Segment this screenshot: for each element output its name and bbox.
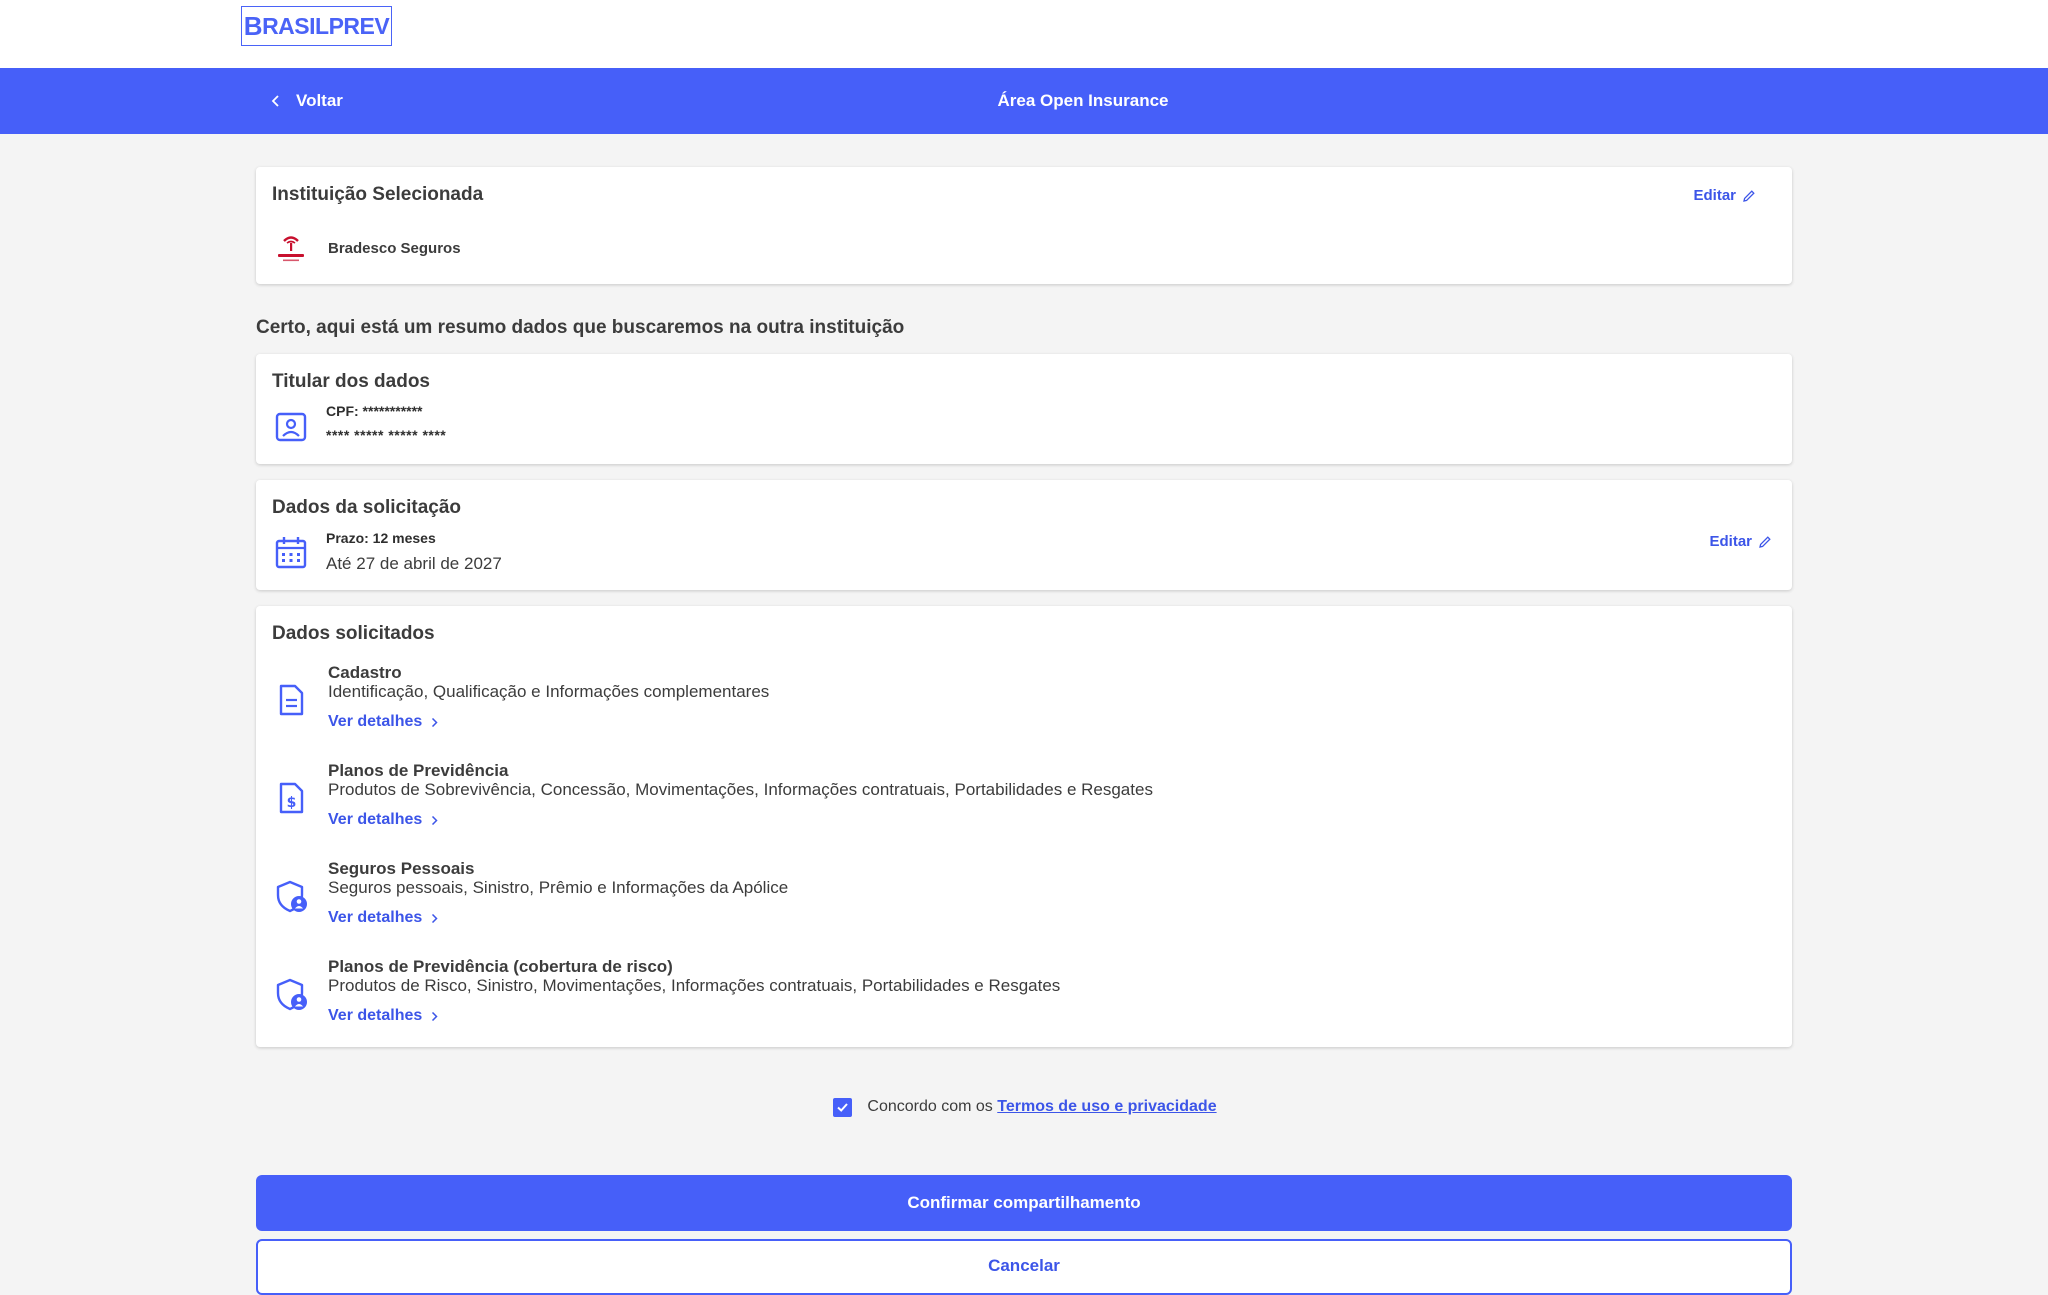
view-details-link[interactable]: Ver detalhes (328, 713, 439, 731)
view-details-link[interactable]: Ver detalhes (328, 909, 439, 927)
bradesco-logo-icon (278, 236, 304, 262)
terms-link[interactable]: Termos de uso e privacidade (997, 1098, 1216, 1115)
shield-user-icon (276, 978, 307, 1011)
item-title: Seguros Pessoais (328, 859, 475, 878)
shield-user-icon (276, 880, 307, 913)
cpf-value: CPF: *********** (326, 403, 423, 419)
pencil-icon (1743, 189, 1755, 202)
request-until-date: Até 27 de abril de 2027 (326, 554, 502, 573)
edit-label: Editar (1693, 187, 1736, 204)
chevron-right-icon (432, 913, 438, 923)
institution-card-title: Instituição Selecionada (272, 184, 484, 205)
list-item-seguros-pessoais: Seguros Pessoais Seguros pessoais, Sinis… (256, 859, 1792, 957)
dollar-document-icon: $ (279, 782, 304, 814)
request-term: Prazo: 12 meses (326, 530, 436, 546)
nav-bar: Voltar Área Open Insurance (0, 68, 2048, 134)
item-description: Seguros pessoais, Sinistro, Prêmio e Inf… (328, 878, 789, 897)
list-item-planos-previdencia: $ Planos de Previdência Produtos de Sobr… (256, 761, 1792, 859)
svg-text:$: $ (287, 795, 297, 811)
list-item-cadastro: Cadastro Identificação, Qualificação e I… (256, 663, 1792, 761)
item-description: Produtos de Sobrevivência, Concessão, Mo… (328, 780, 1153, 799)
item-title: Planos de Previdência (328, 761, 509, 780)
holder-name-masked: **** ***** ***** **** (326, 427, 447, 443)
page-title: Área Open Insurance (997, 91, 1169, 110)
view-details-label: Ver detalhes (328, 713, 423, 730)
requested-card-title: Dados solicitados (272, 623, 435, 644)
request-card: Dados da solicitação Prazo: 12 meses Até… (256, 480, 1792, 590)
view-details-label: Ver detalhes (328, 909, 423, 926)
terms-agreement: Concordo com os Termos de uso e privacid… (0, 1094, 2048, 1120)
terms-checkbox[interactable] (833, 1097, 853, 1117)
chevron-right-icon (432, 1011, 438, 1021)
view-details-link[interactable]: Ver detalhes (328, 811, 439, 829)
view-details-label: Ver detalhes (328, 811, 423, 828)
holder-card-title: Titular dos dados (272, 371, 431, 392)
institution-name: Bradesco Seguros (328, 240, 461, 257)
logo-initial: B (243, 10, 263, 41)
edit-label: Editar (1709, 533, 1752, 550)
view-details-label: Ver detalhes (328, 1007, 423, 1024)
request-card-title: Dados da solicitação (272, 497, 462, 518)
top-header: B RASILPREV (0, 0, 2048, 68)
confirm-sharing-button[interactable]: Confirmar compartilhamento (256, 1175, 1792, 1231)
agreement-text: Concordo com os (867, 1098, 993, 1115)
list-item-planos-cobertura-risco: Planos de Previdência (cobertura de risc… (256, 957, 1792, 1055)
calendar-icon (275, 537, 307, 569)
edit-institution-button[interactable]: Editar (1693, 187, 1756, 204)
pencil-icon (1759, 535, 1771, 548)
logo-text: RASILPREV (262, 12, 390, 39)
item-description: Identificação, Qualificação e Informaçõe… (328, 682, 770, 701)
institution-card: Instituição Selecionada Editar Bradesco … (256, 167, 1792, 284)
chevron-right-icon (432, 717, 438, 727)
brasilprev-logo[interactable]: B RASILPREV (241, 6, 392, 46)
view-details-link[interactable]: Ver detalhes (328, 1007, 439, 1025)
checkmark-icon (837, 1102, 849, 1112)
document-icon (279, 684, 304, 716)
cancel-button[interactable]: Cancelar (256, 1239, 1792, 1295)
holder-card: Titular dos dados CPF: *********** **** … (256, 354, 1792, 464)
item-description: Produtos de Risco, Sinistro, Movimentaçõ… (328, 976, 1061, 995)
item-title: Cadastro (328, 663, 402, 682)
summary-heading: Certo, aqui está um resumo dados que bus… (256, 317, 905, 338)
edit-request-button[interactable]: Editar (1709, 533, 1772, 550)
item-title: Planos de Previdência (cobertura de risc… (328, 957, 673, 976)
id-card-user-icon (275, 412, 307, 442)
chevron-right-icon (432, 815, 438, 825)
requested-data-card: Dados solicitados Cadastro Identificação… (256, 606, 1792, 1047)
